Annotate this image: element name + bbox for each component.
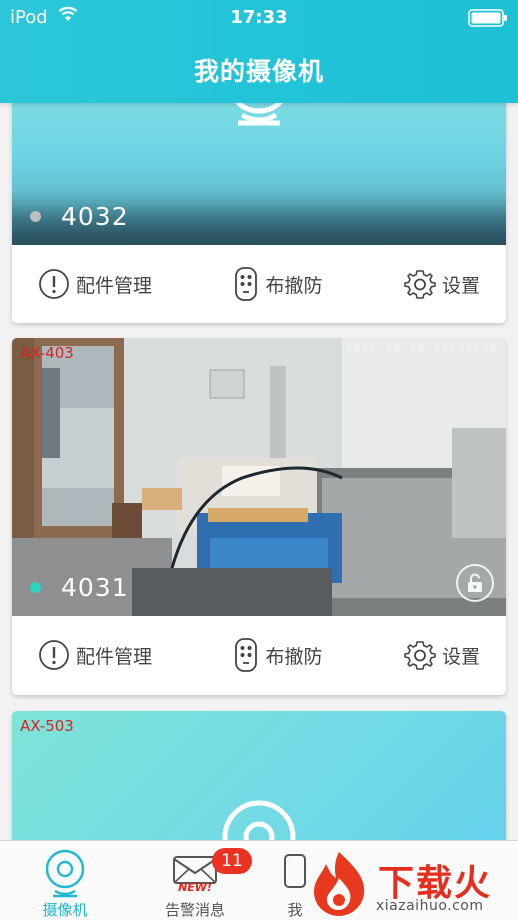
nav-header: iPod 17:33 我的摄像机	[0, 0, 518, 103]
tab-alerts[interactable]: 11 NEW! 告警消息	[130, 841, 260, 920]
gear-icon	[404, 268, 436, 300]
accessories-button[interactable]: 配件管理	[38, 639, 152, 671]
info-icon	[38, 639, 70, 671]
arm-disarm-button[interactable]: 布撤防	[233, 637, 323, 673]
camera-name-row: 4032	[30, 202, 129, 231]
camera-actions: 配件管理 布撤防 设置	[12, 616, 506, 694]
arm-disarm-label: 布撤防	[265, 274, 323, 297]
page-title: 我的摄像机	[193, 57, 324, 86]
unlock-button[interactable]	[456, 564, 494, 602]
arm-disarm-button[interactable]: 布撤防	[233, 266, 323, 302]
camera-actions: 配件管理 布撤防 设置	[12, 245, 506, 323]
unread-badge: 11	[212, 848, 252, 874]
remote-control-icon	[233, 266, 259, 302]
battery-icon	[468, 9, 508, 32]
settings-button[interactable]: 设置	[404, 268, 480, 300]
settings-label: 设置	[441, 645, 480, 668]
remote-control-icon	[233, 637, 259, 673]
new-label: NEW!	[178, 881, 212, 894]
status-bar: iPod 17:33	[0, 0, 518, 34]
camera-card[interactable]: 4032 配件管理 布撤防 设置	[12, 103, 506, 323]
offline-status-dot	[30, 211, 41, 222]
camera-name: 4032	[61, 202, 129, 231]
settings-label: 设置	[441, 274, 480, 297]
camera-tab-label: 摄像机	[42, 901, 88, 919]
flame-logo-icon	[314, 852, 365, 916]
alerts-tab-label: 告警消息	[164, 901, 225, 919]
status-time: 17:33	[230, 7, 288, 28]
watermark: 下载火 xiazaihuo.com	[300, 846, 518, 920]
camera-placeholder-icon	[235, 103, 283, 126]
camera-preview[interactable]: AX-503	[12, 711, 506, 840]
camera-name-row: 4031	[30, 573, 129, 602]
info-icon	[38, 268, 70, 300]
accessories-label: 配件管理	[76, 274, 153, 297]
video-timestamp: 2015 10 19 17:32:39	[345, 343, 498, 354]
camera-placeholder-icon	[222, 800, 296, 840]
accessories-button[interactable]: 配件管理	[38, 268, 152, 300]
tab-camera[interactable]: 摄像机	[0, 841, 130, 920]
unlock-icon	[468, 573, 482, 592]
settings-button[interactable]: 设置	[404, 639, 480, 671]
online-status-dot	[30, 582, 41, 593]
camera-model-tag: AX-503	[20, 717, 74, 735]
watermark-url: xiazaihuo.com	[376, 898, 484, 914]
camera-list[interactable]: 4032 配件管理 布撤防 设置 AX-403 2015 10 19 17:32…	[0, 103, 518, 840]
camera-preview[interactable]: 4032	[12, 103, 506, 245]
camera-tab-icon	[43, 849, 87, 903]
gear-icon	[404, 639, 436, 671]
camera-card[interactable]: AX-403 2015 10 19 17:32:39 4031 配件管理 布撤防…	[12, 338, 506, 695]
accessories-label: 配件管理	[76, 645, 153, 668]
camera-preview[interactable]: AX-403 2015 10 19 17:32:39 4031	[12, 338, 506, 616]
camera-model-tag: AX-403	[20, 344, 74, 362]
app-screen: iPod 17:33 我的摄像机 4032 配件管理 布撤防 设置 AX-403…	[0, 0, 518, 920]
camera-name: 4031	[61, 573, 129, 602]
camera-card[interactable]: AX-503	[12, 711, 506, 840]
arm-disarm-label: 布撤防	[265, 645, 323, 668]
